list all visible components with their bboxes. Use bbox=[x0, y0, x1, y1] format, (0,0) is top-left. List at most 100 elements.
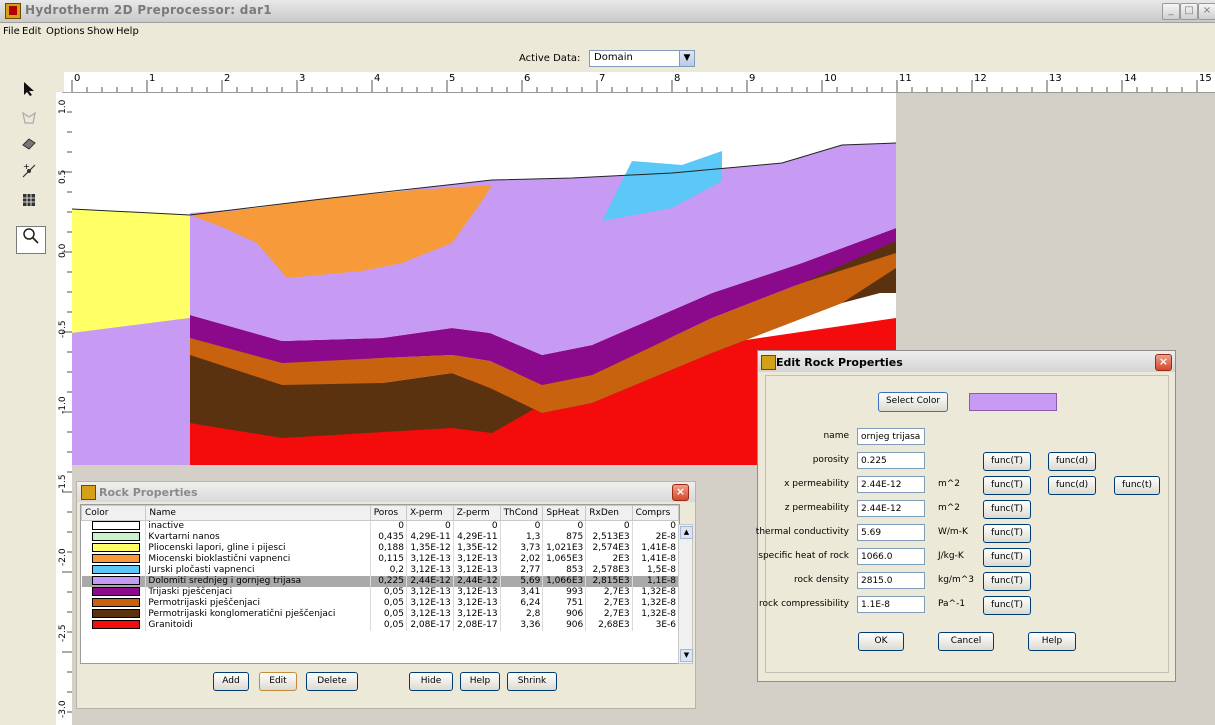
cell-comprs: 1,32E-8 bbox=[632, 598, 679, 609]
cancel-button[interactable]: Cancel bbox=[938, 632, 994, 651]
column-header[interactable]: RxDen bbox=[585, 505, 633, 521]
func-button[interactable]: func(T) bbox=[983, 596, 1031, 615]
table-row[interactable]: Miocenski bioklastični vapnenci 0,115 3,12… bbox=[81, 554, 679, 565]
ok-button[interactable]: OK bbox=[858, 632, 904, 651]
pointer-icon[interactable] bbox=[16, 80, 42, 104]
table-row[interactable]: Kvartarni nanos 0,435 4,29E-11 4,29E-11 1,3 8… bbox=[81, 532, 679, 543]
point-icon[interactable]: + bbox=[16, 162, 42, 186]
ruler-label: 12 bbox=[974, 73, 987, 84]
column-header[interactable]: X-perm bbox=[405, 505, 454, 521]
table-row[interactable]: Granitoidi 0,05 2,08E-17 2,08E-17 3,36 906 2,6… bbox=[81, 620, 679, 631]
table-row[interactable]: Permotrijaski pješčenjaci 0,05 3,12E-13 3,1… bbox=[81, 598, 679, 609]
column-header[interactable]: Color bbox=[81, 505, 147, 521]
cell-comprs: 1,1E-8 bbox=[632, 576, 679, 587]
maximize-button[interactable]: □ bbox=[1180, 3, 1198, 20]
ruler-label: -0.5 bbox=[58, 320, 68, 338]
shrink-button[interactable]: Shrink bbox=[507, 672, 557, 691]
menu-show[interactable]: Show bbox=[87, 26, 114, 37]
scroll-up-icon[interactable]: ▲ bbox=[680, 526, 693, 539]
rock-properties-window: Rock Properties × Color Name Poros X-per… bbox=[76, 481, 696, 709]
ruler-label: 7 bbox=[599, 73, 606, 84]
menu-help[interactable]: Help bbox=[116, 26, 139, 37]
close-icon[interactable]: × bbox=[672, 484, 689, 501]
zoom-icon[interactable] bbox=[16, 226, 46, 254]
table-row[interactable]: Pliocenski lapori, gline i pijesci 0,188 1… bbox=[81, 543, 679, 554]
cell-name: Trijaski pješčenjaci bbox=[145, 587, 371, 598]
func-button[interactable]: func(T) bbox=[983, 452, 1031, 471]
grid-icon[interactable] bbox=[16, 190, 42, 214]
add-button[interactable]: Add bbox=[213, 672, 249, 691]
cell-comprs: 3E-6 bbox=[632, 620, 679, 631]
color-cell bbox=[81, 543, 147, 554]
func-button[interactable]: func(T) bbox=[983, 524, 1031, 543]
column-header[interactable]: ThCond bbox=[499, 505, 544, 521]
func-button[interactable]: func(d) bbox=[1048, 476, 1096, 495]
table-row[interactable]: Permotrijaski konglomeratični pješčenjac… bbox=[81, 609, 679, 620]
field-input[interactable]: 1.1E-8 bbox=[857, 596, 925, 613]
minimize-button[interactable]: _ bbox=[1162, 3, 1180, 20]
cell-rxden: 2,68E3 bbox=[585, 620, 633, 631]
menu-file[interactable]: File bbox=[3, 26, 20, 37]
help-button[interactable]: Help bbox=[1028, 632, 1076, 651]
color-cell bbox=[81, 532, 147, 543]
help-button[interactable]: Help bbox=[460, 672, 500, 691]
edit-form-panel: Select Color name ornjeg trijasa porosity 0… bbox=[756, 375, 1169, 673]
func-button[interactable]: func(T) bbox=[983, 476, 1031, 495]
rock-properties-titlebar[interactable]: Rock Properties × bbox=[77, 482, 695, 502]
field-input[interactable]: 1066.0 bbox=[857, 548, 925, 565]
menu-edit[interactable]: Edit bbox=[22, 26, 41, 37]
delete-button[interactable]: Delete bbox=[306, 672, 358, 691]
edit-rock-properties-titlebar[interactable]: Edit Rock Properties × bbox=[758, 351, 1175, 372]
func-button[interactable]: func(T) bbox=[983, 500, 1031, 519]
scroll-down-icon[interactable]: ▼ bbox=[680, 649, 693, 662]
column-header[interactable]: SpHeat bbox=[542, 505, 587, 521]
active-data-select[interactable]: Domain ▼ bbox=[589, 50, 695, 67]
column-header[interactable]: Name bbox=[145, 505, 371, 521]
edit-button[interactable]: Edit bbox=[259, 672, 297, 691]
cell-name: inactive bbox=[145, 520, 371, 532]
color-swatch bbox=[91, 620, 140, 629]
cell-zperm: 4,29E-11 bbox=[453, 532, 501, 543]
table-scrollbar[interactable]: ▲ ▼ bbox=[678, 524, 693, 664]
column-header[interactable]: Comprs bbox=[631, 505, 679, 521]
cell-poros: 0,115 bbox=[370, 554, 407, 565]
polygon-icon[interactable] bbox=[16, 108, 42, 132]
ruler-label: -2.0 bbox=[58, 548, 68, 566]
cell-rxden: 2,7E3 bbox=[585, 598, 633, 609]
func-button[interactable]: func(d) bbox=[1048, 452, 1096, 471]
app-icon bbox=[761, 355, 776, 370]
func-button[interactable]: func(T) bbox=[983, 572, 1031, 591]
close-button[interactable]: × bbox=[1198, 3, 1215, 20]
table-row[interactable]: inactive 0 0 0 0 0 0 0 bbox=[81, 520, 679, 532]
table-row[interactable]: Jurski pločasti vapnenci 0,2 3,12E-13 3,12E… bbox=[81, 565, 679, 576]
cell-name: Granitoidi bbox=[145, 620, 371, 631]
cell-spheat: 853 bbox=[542, 565, 587, 576]
func-button[interactable]: func(T) bbox=[983, 548, 1031, 567]
chevron-down-icon[interactable]: ▼ bbox=[679, 51, 694, 66]
close-icon[interactable]: × bbox=[1155, 354, 1172, 371]
color-swatch bbox=[91, 543, 140, 552]
eraser-icon[interactable] bbox=[16, 134, 42, 158]
field-input[interactable]: 0.225 bbox=[857, 452, 925, 469]
func-button[interactable]: func(t) bbox=[1114, 476, 1160, 495]
cell-comprs: 2E-8 bbox=[632, 532, 679, 543]
cell-zperm: 3,12E-13 bbox=[453, 598, 501, 609]
field-input[interactable]: 2.44E-12 bbox=[857, 476, 925, 493]
table-row[interactable]: Dolomiti srednjeg i gornjeg trijasa 0,225… bbox=[81, 576, 679, 587]
ruler-label: 1.0 bbox=[58, 99, 68, 114]
select-color-button[interactable]: Select Color bbox=[878, 392, 948, 412]
table-row[interactable]: Trijaski pješčenjaci 0,05 3,12E-13 3,12E-13… bbox=[81, 587, 679, 598]
field-input[interactable]: 5.69 bbox=[857, 524, 925, 541]
ruler-label: 0.5 bbox=[58, 169, 68, 184]
column-header[interactable]: Poros bbox=[369, 505, 407, 521]
color-cell bbox=[81, 609, 147, 620]
menu-options[interactable]: Options bbox=[46, 26, 85, 37]
field-input[interactable]: 2.44E-12 bbox=[857, 500, 925, 517]
field-input[interactable]: 2815.0 bbox=[857, 572, 925, 589]
field-input[interactable]: ornjeg trijasa bbox=[857, 428, 925, 445]
hide-button[interactable]: Hide bbox=[409, 672, 453, 691]
column-header[interactable]: Z-perm bbox=[452, 505, 501, 521]
ruler-label: -3.0 bbox=[58, 700, 68, 718]
cell-spheat: 751 bbox=[542, 598, 587, 609]
cell-xperm: 3,12E-13 bbox=[406, 565, 454, 576]
